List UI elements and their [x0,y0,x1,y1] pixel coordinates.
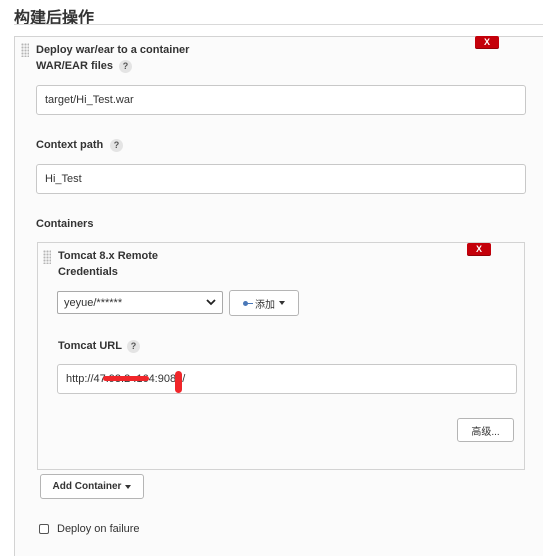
container-title: Tomcat 8.x Remote [58,250,159,262]
add-credentials-label: 添加 [255,299,275,311]
advanced-button[interactable]: 高级... [457,418,514,442]
credentials-label: Credentials [58,266,118,278]
tomcat-url-label: Tomcat URL [58,340,122,352]
add-container-button[interactable]: Add Container [40,474,144,499]
deploy-on-failure-checkbox[interactable] [39,524,49,534]
containers-label: Containers [36,218,94,230]
add-credentials-button[interactable]: 添加 [229,290,299,316]
context-path-label: Context path [36,139,104,151]
container-drag-handle-icon[interactable] [43,250,51,264]
tomcat-url-help-icon[interactable]: ? [127,340,140,353]
credentials-select[interactable]: yeyue/****** [57,291,223,314]
delete-deploy-button[interactable]: X [475,36,499,49]
key-icon [243,300,253,306]
war-files-help-icon[interactable]: ? [119,60,132,73]
context-path-help-icon[interactable]: ? [110,139,123,152]
caret-down-icon [279,301,285,305]
redaction-mark [175,371,182,393]
redaction-mark [103,376,149,381]
add-container-label: Add Container [52,481,122,492]
drag-handle-icon[interactable] [21,43,29,57]
war-files-input[interactable]: target/Hi_Test.war [36,85,526,115]
context-path-value: Hi_Test [45,173,82,185]
title-divider [14,24,543,25]
credentials-selected-value: yeyue/****** [64,296,123,309]
war-files-label: WAR/EAR files [36,60,114,72]
chevron-down-icon [206,299,216,306]
deploy-on-failure-label: Deploy on failure [57,523,140,535]
deploy-panel-title: Deploy war/ear to a container [36,44,190,56]
war-files-value: target/Hi_Test.war [45,94,134,106]
caret-down-icon [125,484,132,489]
context-path-input[interactable]: Hi_Test [36,164,526,194]
delete-container-button[interactable]: X [467,243,491,256]
